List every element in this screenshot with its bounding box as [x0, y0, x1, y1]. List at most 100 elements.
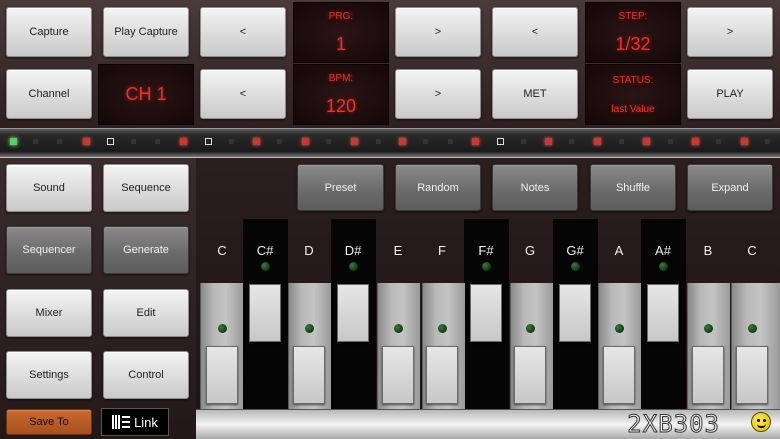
step-next-button[interactable]: >	[687, 7, 773, 57]
step-led	[131, 139, 136, 144]
channel-display: CH 1	[98, 64, 194, 125]
note-label: G	[524, 243, 536, 258]
sequencer-button[interactable]: Sequencer	[6, 226, 92, 274]
note-slider-handle[interactable]	[559, 284, 591, 342]
note-label: D#	[344, 243, 362, 258]
note-label: A	[614, 243, 624, 258]
note-slider-handle[interactable]	[736, 346, 768, 404]
play-button[interactable]: PLAY	[687, 69, 773, 119]
step-led	[326, 139, 331, 144]
note-indicator-dot	[438, 324, 447, 333]
step-led	[643, 138, 650, 145]
note-label: G#	[566, 243, 584, 258]
step-led	[155, 139, 160, 144]
note-indicator-dot	[704, 324, 713, 333]
step-led	[229, 139, 234, 144]
note-slider-handle[interactable]	[647, 284, 679, 342]
channel-button[interactable]: Channel	[6, 69, 92, 119]
step-led	[716, 139, 721, 144]
note-slider-handle[interactable]	[206, 346, 238, 404]
note-label: F	[438, 243, 446, 258]
note-indicator-dot	[349, 262, 358, 271]
step-led	[277, 139, 282, 144]
bpm-display: BPM: 120	[293, 64, 389, 125]
status-label: STATUS:	[612, 74, 654, 86]
note-slider-handle[interactable]	[249, 284, 281, 342]
channel-value: CH 1	[125, 84, 167, 104]
prg-next-button[interactable]: >	[395, 7, 481, 57]
note-indicator-dot	[659, 262, 668, 271]
note-slider-handle[interactable]	[293, 346, 325, 404]
save-to-button[interactable]: Save To	[6, 409, 92, 435]
expand-button[interactable]: Expand	[687, 164, 773, 211]
sound-button[interactable]: Sound	[6, 164, 92, 212]
edit-button[interactable]: Edit	[103, 289, 189, 337]
step-led	[765, 139, 770, 144]
link-icon	[112, 415, 131, 429]
sequence-button[interactable]: Sequence	[103, 164, 189, 212]
notes-button[interactable]: Notes	[492, 164, 578, 211]
step-led-bar	[0, 128, 780, 158]
step-led	[83, 138, 90, 145]
step-led	[376, 139, 381, 144]
note-label: C	[217, 243, 227, 258]
step-led	[497, 138, 504, 145]
step-led	[33, 139, 38, 144]
prg-prev-button[interactable]: <	[200, 7, 286, 57]
step-label: STEP:	[618, 10, 648, 22]
settings-button[interactable]: Settings	[6, 351, 92, 399]
note-label: F#	[478, 243, 494, 258]
generate-button[interactable]: Generate	[103, 226, 189, 274]
step-led	[57, 139, 62, 144]
note-indicator-dot	[261, 262, 270, 271]
play-capture-button[interactable]: Play Capture	[103, 7, 189, 57]
step-led	[351, 138, 358, 145]
step-led	[423, 139, 428, 144]
note-slider-handle[interactable]	[382, 346, 414, 404]
ableton-link-button[interactable]: Link	[101, 408, 169, 436]
bpm-next-button[interactable]: >	[395, 69, 481, 119]
mixer-button[interactable]: Mixer	[6, 289, 92, 337]
random-button[interactable]: Random	[395, 164, 481, 211]
step-led	[180, 138, 187, 145]
step-display: STEP: 1/32	[585, 2, 681, 63]
note-slider-handle[interactable]	[603, 346, 635, 404]
step-led	[399, 138, 406, 145]
note-label: C#	[256, 243, 274, 258]
step-led	[253, 138, 260, 145]
step-led	[302, 138, 309, 145]
bpm-label: BPM:	[328, 72, 354, 84]
shuffle-button[interactable]: Shuffle	[590, 164, 676, 211]
note-slider-handle[interactable]	[426, 346, 458, 404]
note-slider-handle[interactable]	[514, 346, 546, 404]
prg-label: PRG:	[328, 10, 354, 22]
step-led	[521, 139, 526, 144]
note-indicator-dot	[305, 324, 314, 333]
step-value: 1/32	[615, 33, 651, 54]
preset-button[interactable]: Preset	[297, 164, 384, 211]
step-led	[692, 138, 699, 145]
step-led	[545, 138, 552, 145]
capture-button[interactable]: Capture	[6, 7, 92, 57]
step-prev-button[interactable]: <	[492, 7, 578, 57]
bpm-prev-button[interactable]: <	[200, 69, 286, 119]
step-led	[205, 138, 212, 145]
step-led	[619, 139, 624, 144]
note-label: D	[304, 243, 314, 258]
smiley-icon[interactable]	[751, 412, 771, 432]
note-indicator-dot	[218, 324, 227, 333]
metronome-button[interactable]: MET	[492, 69, 578, 119]
control-button[interactable]: Control	[103, 351, 189, 399]
note-slider-handle[interactable]	[337, 284, 369, 342]
note-indicator-dot	[482, 262, 491, 271]
status-display: STATUS: last Value	[585, 64, 681, 125]
note-label: C	[747, 243, 757, 258]
status-value: last Value	[611, 103, 655, 115]
note-indicator-dot	[394, 324, 403, 333]
note-slider-handle[interactable]	[692, 346, 724, 404]
step-led	[569, 139, 574, 144]
prg-value: 1	[335, 33, 346, 54]
note-indicator-dot	[526, 324, 535, 333]
note-slider-handle[interactable]	[470, 284, 502, 342]
note-indicator-dot	[748, 324, 757, 333]
